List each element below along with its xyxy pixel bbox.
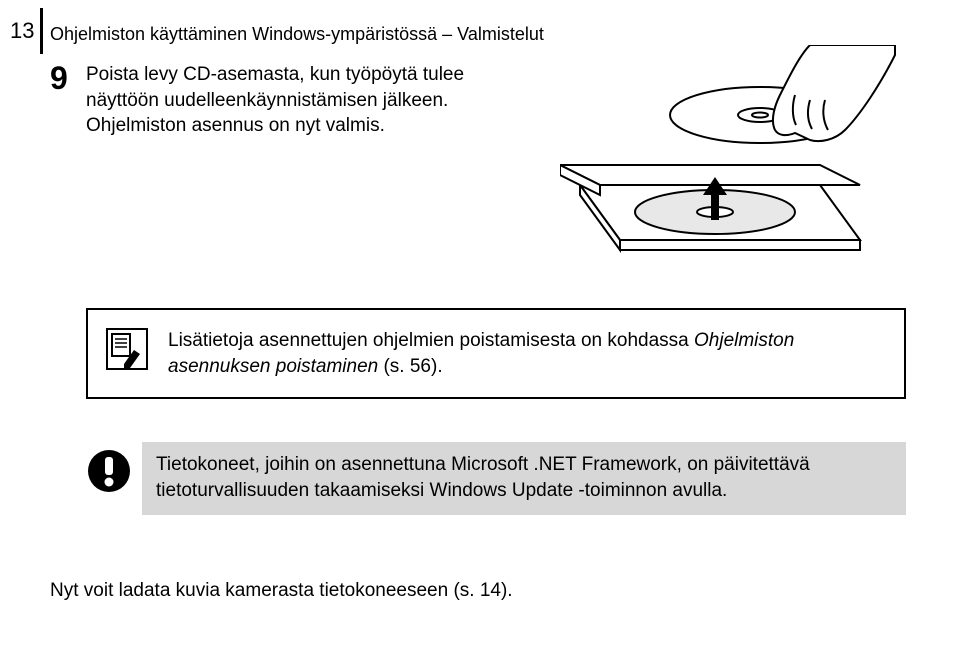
info-text: Lisätietoja asennettujen ohjelmien poist…	[168, 328, 884, 379]
note-icon	[106, 328, 148, 370]
warning-box: Tietokoneet, joihin on asennettuna Micro…	[142, 442, 906, 515]
warning-icon	[86, 448, 132, 494]
footer-text: Nyt voit ladata kuvia kamerasta tietokon…	[50, 580, 513, 602]
info-box: Lisätietoja asennettujen ohjelmien poist…	[86, 308, 906, 399]
section-header: Ohjelmiston käyttäminen Windows-ympärist…	[50, 24, 544, 45]
step-line2: Ohjelmiston asennus on nyt valmis.	[86, 115, 385, 136]
warning-row: Tietokoneet, joihin on asennettuna Micro…	[86, 442, 906, 515]
info-suffix: (s. 56).	[378, 356, 442, 377]
page-number: 13	[10, 18, 34, 44]
warning-text: Tietokoneet, joihin on asennettuna Micro…	[156, 452, 892, 503]
info-prefix: Lisätietoja asennettujen ohjelmien poist…	[168, 330, 694, 351]
cd-eject-illustration	[560, 45, 900, 275]
step-number: 9	[50, 60, 68, 97]
step-line1: Poista levy CD-asemasta, kun työpöytä tu…	[86, 64, 464, 111]
header-divider	[40, 8, 43, 54]
step-text: Poista levy CD-asemasta, kun työpöytä tu…	[86, 62, 506, 139]
